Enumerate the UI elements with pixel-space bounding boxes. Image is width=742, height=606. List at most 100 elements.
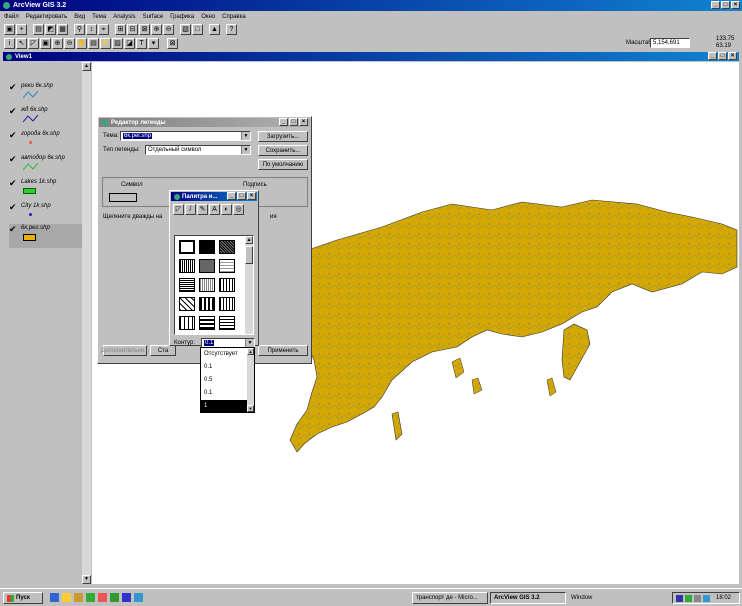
pattern-swatch[interactable] <box>219 316 235 330</box>
layer-rivers[interactable]: ✔ реки 6к.shp <box>9 82 91 102</box>
task-arcview[interactable]: ArcView GIS 3.2 <box>490 592 566 604</box>
zoom-full-icon[interactable]: ⊞ <box>115 24 126 35</box>
legend-type-select[interactable]: Отдельный символ ▼ <box>145 145 251 155</box>
pattern-swatch[interactable] <box>219 278 235 292</box>
menu-edit[interactable]: Редактировать <box>26 14 67 20</box>
zoom-in-tool-icon[interactable]: ⊕ <box>52 38 63 49</box>
zoom-out-icon[interactable]: ⊖ <box>163 24 174 35</box>
menu-view[interactable]: Вид <box>74 14 85 20</box>
save-icon[interactable]: ▣ <box>4 24 15 35</box>
zoom-active-icon[interactable]: ⊟ <box>127 24 138 35</box>
quick-launch-icon[interactable] <box>98 593 107 602</box>
symbol-swatch[interactable] <box>109 193 137 202</box>
view-title-bar[interactable]: View1 _ □ × <box>3 52 739 61</box>
toc-scrollbar[interactable]: ▲ ▼ <box>82 62 91 584</box>
menu-file[interactable]: Файл <box>4 14 19 20</box>
layer-railways[interactable]: ✔ жд 6к.shp <box>9 106 91 126</box>
view-minimize-button[interactable]: _ <box>708 52 717 60</box>
pattern-swatch[interactable] <box>179 278 195 292</box>
save-button[interactable]: Сохранить... <box>258 145 308 156</box>
pattern-swatch[interactable] <box>179 297 195 311</box>
legend-maximize-button[interactable]: □ <box>289 118 298 126</box>
load-button[interactable]: Загрузить... <box>258 131 308 142</box>
select-by-theme-icon[interactable]: ▧ <box>180 24 191 35</box>
menu-theme[interactable]: Тема <box>92 14 106 20</box>
view-restore-button[interactable]: □ <box>718 52 727 60</box>
fill-palette-icon[interactable]: ◸ <box>173 204 184 215</box>
area-of-interest-icon[interactable]: ▨ <box>112 38 123 49</box>
scale-input[interactable]: 5,154,691 <box>650 38 690 48</box>
palette-scrollbar[interactable]: ▲ <box>245 236 253 334</box>
identify-icon[interactable]: i <box>4 38 15 49</box>
text-tool-icon[interactable]: T <box>136 38 147 49</box>
scroll-up-arrow-icon[interactable]: ▲ <box>82 62 91 71</box>
scroll-down-arrow-icon[interactable]: ▼ <box>247 405 254 412</box>
pattern-swatch[interactable] <box>199 278 215 292</box>
checkbox-icon[interactable]: ✔ <box>9 130 17 141</box>
scroll-up-arrow-icon[interactable]: ▲ <box>247 348 254 355</box>
clear-selection-icon[interactable]: □ <box>192 24 203 35</box>
legend-minimize-button[interactable]: _ <box>279 118 288 126</box>
close-button[interactable]: × <box>731 1 740 9</box>
locate-icon[interactable]: ↕ <box>86 24 97 35</box>
chevron-down-icon[interactable]: ▼ <box>241 132 250 140</box>
layer-cities[interactable]: ✔ города 6к.shp <box>9 130 91 150</box>
tray-icon[interactable] <box>703 594 710 602</box>
vertex-edit-icon[interactable]: ◸ <box>28 38 39 49</box>
quick-launch-icon[interactable] <box>74 593 83 602</box>
legend-editor-title-bar[interactable]: Редактор легенды _ □ × <box>99 118 310 127</box>
start-button[interactable]: Пуск <box>3 592 43 604</box>
palette-title-bar[interactable]: Палитра и... _ □ × <box>171 192 257 201</box>
help-icon[interactable]: ? <box>226 24 237 35</box>
pattern-swatch[interactable] <box>199 297 215 311</box>
zoom-selected-icon[interactable]: ⊠ <box>139 24 150 35</box>
find-icon[interactable]: ⚲ <box>74 24 85 35</box>
quick-launch-icon[interactable] <box>62 593 71 602</box>
checkbox-icon[interactable]: ✔ <box>9 178 17 189</box>
scroll-up-arrow-icon[interactable]: ▲ <box>245 236 253 244</box>
layout-icon[interactable]: ▲ <box>209 24 220 35</box>
snap-icon[interactable]: ⊠ <box>167 38 178 49</box>
quick-launch-icon[interactable] <box>122 593 131 602</box>
checkbox-icon[interactable]: ✔ <box>9 224 17 235</box>
legend-close-button[interactable]: × <box>299 118 308 126</box>
color-palette-icon[interactable]: ◐ <box>221 204 232 215</box>
restore-button[interactable]: □ <box>721 1 730 9</box>
pattern-swatch[interactable] <box>179 316 195 330</box>
quick-launch-icon[interactable] <box>50 593 59 602</box>
menu-graphics[interactable]: Графика <box>170 14 194 20</box>
menu-window[interactable]: Окно <box>201 14 215 20</box>
layer-roads[interactable]: ✔ автодор 6к.shp <box>9 154 91 174</box>
quick-launch-icon[interactable] <box>110 593 119 602</box>
chevron-down-icon[interactable]: ▼ <box>241 146 250 154</box>
menu-help[interactable]: Справка <box>222 14 246 20</box>
palette-maximize-button[interactable]: □ <box>237 192 246 200</box>
edit-table-icon[interactable]: ▦ <box>57 24 68 35</box>
theme-select[interactable]: 6к.рег.shp ▼ <box>120 131 251 141</box>
task-word-document[interactable]: транспорт де - Micro... <box>412 592 488 604</box>
legend-editor-icon[interactable]: ◩ <box>45 24 56 35</box>
menu-analysis[interactable]: Analysis <box>113 14 135 20</box>
checkbox-icon[interactable]: ✔ <box>9 154 17 165</box>
apply-button[interactable]: Применить <box>258 345 308 356</box>
layer-city[interactable]: ✔ City 1k.shp <box>9 202 91 222</box>
checkbox-icon[interactable]: ✔ <box>9 106 17 117</box>
pattern-swatch[interactable] <box>219 297 235 311</box>
palette-close-button[interactable]: × <box>247 192 256 200</box>
label-icon[interactable]: ◪ <box>124 38 135 49</box>
scroll-thumb[interactable] <box>245 246 253 264</box>
pen-palette-icon[interactable]: / <box>185 204 196 215</box>
checkbox-icon[interactable]: ✔ <box>9 202 17 213</box>
default-button[interactable]: По умолчанию <box>258 159 308 170</box>
pattern-swatch[interactable] <box>199 259 215 273</box>
theme-properties-icon[interactable]: ▤ <box>33 24 44 35</box>
marker-palette-icon[interactable]: ✎ <box>197 204 208 215</box>
query-icon[interactable]: ⌖ <box>98 24 109 35</box>
zoom-in-icon[interactable]: ⊕ <box>151 24 162 35</box>
dropdown-scrollbar[interactable]: ▲ ▼ <box>247 348 254 412</box>
pan-icon[interactable]: ✋ <box>76 38 87 49</box>
quick-launch-icon[interactable] <box>86 593 95 602</box>
measure-icon[interactable]: ▤ <box>88 38 99 49</box>
quick-launch-icon[interactable] <box>134 593 143 602</box>
tray-icon[interactable] <box>685 594 692 602</box>
